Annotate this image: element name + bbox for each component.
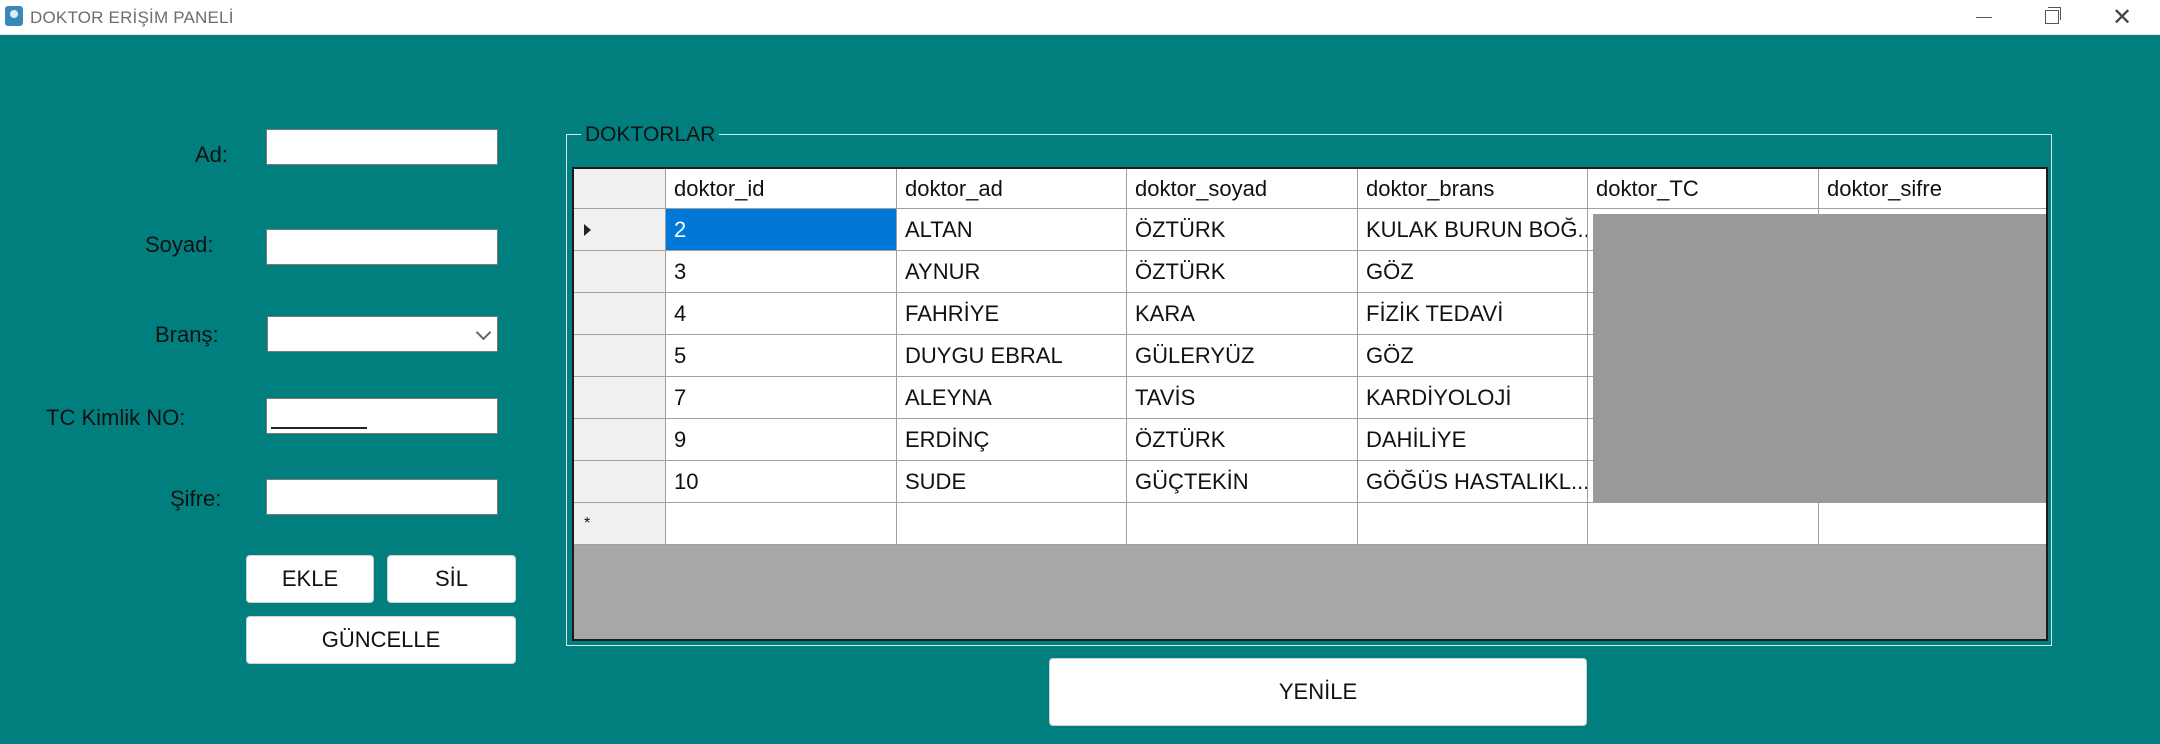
- table-header-row: doktor_id doktor_ad doktor_soyad doktor_…: [574, 169, 2046, 209]
- table-cell[interactable]: 3: [666, 251, 897, 293]
- chevron-down-icon: [475, 324, 492, 341]
- tc-label: TC Kimlik NO:: [46, 405, 186, 430]
- table-cell[interactable]: ERDİNÇ: [897, 419, 1127, 461]
- sil-button[interactable]: SİL: [387, 555, 516, 603]
- ad-label: Ad:: [195, 142, 229, 167]
- yenile-button[interactable]: YENİLE: [1049, 658, 1587, 726]
- table-cell[interactable]: ALEYNA: [897, 377, 1127, 419]
- table-cell[interactable]: DUYGU EBRAL: [897, 335, 1127, 377]
- table-cell[interactable]: 4: [666, 293, 897, 335]
- current-row-arrow-icon: [584, 223, 591, 236]
- table-cell[interactable]: 7: [666, 377, 897, 419]
- sifre-label: Şifre:: [170, 486, 222, 511]
- new-row-marker: *: [584, 514, 591, 532]
- table-cell[interactable]: SUDE: [897, 461, 1127, 503]
- row-header[interactable]: [574, 461, 666, 503]
- column-header[interactable]: doktor_id: [666, 169, 897, 209]
- row-header[interactable]: [574, 251, 666, 293]
- table-cell[interactable]: GÖZ: [1358, 335, 1588, 377]
- table-cell[interactable]: 9: [666, 419, 897, 461]
- title-bar: DOKTOR ERİŞİM PANELİ ✕: [0, 0, 2160, 35]
- row-header[interactable]: [574, 419, 666, 461]
- table-cell[interactable]: KULAK BURUN BOĞ...: [1358, 209, 1588, 251]
- table-cell[interactable]: ALTAN: [897, 209, 1127, 251]
- table-cell[interactable]: GÜLERYÜZ: [1127, 335, 1358, 377]
- soyad-input[interactable]: [266, 229, 498, 265]
- maximize-icon: [2045, 7, 2061, 24]
- table-cell[interactable]: KARA: [1127, 293, 1358, 335]
- table-cell[interactable]: [1819, 503, 2046, 545]
- tc-input[interactable]: [266, 398, 498, 434]
- table-cell[interactable]: FAHRİYE: [897, 293, 1127, 335]
- close-icon: ✕: [2111, 3, 2133, 31]
- ekle-button[interactable]: EKLE: [246, 555, 374, 603]
- ad-input[interactable]: [266, 129, 498, 165]
- table-cell[interactable]: ÖZTÜRK: [1127, 251, 1358, 293]
- column-header[interactable]: doktor_TC: [1588, 169, 1819, 209]
- row-header-corner: [574, 169, 666, 209]
- soyad-label: Soyad:: [145, 232, 214, 257]
- column-header[interactable]: doktor_ad: [897, 169, 1127, 209]
- table-cell[interactable]: KARDİYOLOJİ: [1358, 377, 1588, 419]
- column-header[interactable]: doktor_brans: [1358, 169, 1588, 209]
- column-header[interactable]: doktor_soyad: [1127, 169, 1358, 209]
- minimize-icon: [1976, 16, 1992, 18]
- table-cell[interactable]: GÖĞÜS HASTALIKL...: [1358, 461, 1588, 503]
- row-header[interactable]: [574, 377, 666, 419]
- table-cell[interactable]: [666, 503, 897, 545]
- minimize-button[interactable]: [1952, 0, 2016, 34]
- table-cell[interactable]: 5: [666, 335, 897, 377]
- sifre-input[interactable]: [266, 479, 498, 515]
- row-header[interactable]: [574, 293, 666, 335]
- new-row[interactable]: *: [574, 503, 2046, 545]
- maximize-button[interactable]: [2020, 0, 2084, 34]
- table-cell[interactable]: [1127, 503, 1358, 545]
- redacted-area: [1593, 214, 2046, 503]
- table-cell[interactable]: GÜÇTEKİN: [1127, 461, 1358, 503]
- table-cell[interactable]: [1588, 503, 1819, 545]
- brans-dropdown[interactable]: [267, 316, 498, 352]
- close-button[interactable]: ✕: [2090, 0, 2154, 34]
- table-cell[interactable]: FİZİK TEDAVİ: [1358, 293, 1588, 335]
- table-cell[interactable]: 10: [666, 461, 897, 503]
- doktorlar-group-title: DOKTORLAR: [581, 123, 720, 147]
- row-header[interactable]: [574, 335, 666, 377]
- table-cell[interactable]: [897, 503, 1127, 545]
- brans-label: Branş:: [155, 322, 219, 347]
- table-cell[interactable]: DAHİLİYE: [1358, 419, 1588, 461]
- table-cell[interactable]: AYNUR: [897, 251, 1127, 293]
- doktorlar-data-grid[interactable]: doktor_id doktor_ad doktor_soyad doktor_…: [572, 167, 2048, 641]
- row-header[interactable]: *: [574, 503, 666, 545]
- table-cell[interactable]: [1358, 503, 1588, 545]
- guncelle-button[interactable]: GÜNCELLE: [246, 616, 516, 664]
- app-icon: [5, 6, 23, 26]
- column-header[interactable]: doktor_sifre: [1819, 169, 2046, 209]
- table-cell[interactable]: GÖZ: [1358, 251, 1588, 293]
- row-header[interactable]: [574, 209, 666, 251]
- table-cell[interactable]: ÖZTÜRK: [1127, 419, 1358, 461]
- window-title: DOKTOR ERİŞİM PANELİ: [30, 8, 234, 27]
- table-cell[interactable]: TAVİS: [1127, 377, 1358, 419]
- tc-input-mask: [271, 427, 367, 429]
- table-cell[interactable]: 2: [666, 209, 897, 251]
- table-cell[interactable]: ÖZTÜRK: [1127, 209, 1358, 251]
